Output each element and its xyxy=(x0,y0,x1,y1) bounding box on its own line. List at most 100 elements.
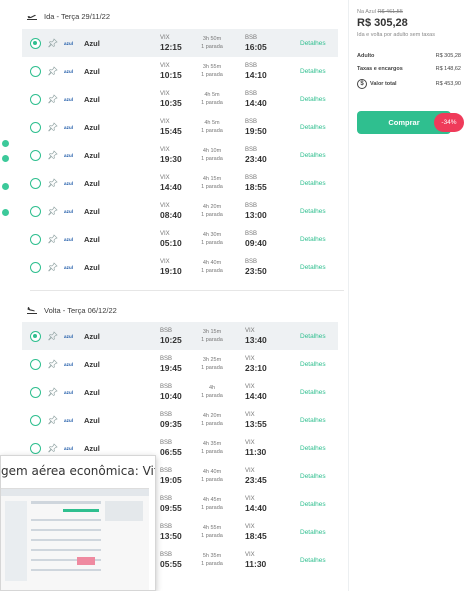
pin-icon[interactable] xyxy=(48,359,58,369)
departure: VIX 14:40 xyxy=(160,174,182,192)
pin-icon[interactable] xyxy=(48,150,58,160)
window-thumbnail[interactable] xyxy=(1,488,149,590)
duration-value: 3h 25m xyxy=(202,357,222,363)
details-link[interactable]: Detalhes xyxy=(300,236,326,243)
details-link[interactable]: Detalhes xyxy=(300,417,326,424)
pin-icon[interactable] xyxy=(48,331,58,341)
departure-time: 12:15 xyxy=(160,42,182,52)
duration-value: 4h 40m xyxy=(202,260,222,266)
details-link[interactable]: Detalhes xyxy=(300,361,326,368)
flight-row[interactable]: azul Azul BSB 19:45 3h 25m 1 parada VIX … xyxy=(22,350,338,378)
flight-row[interactable]: azul Azul VIX 12:15 3h 50m 1 parada BSB … xyxy=(22,29,338,57)
details-link[interactable]: Detalhes xyxy=(300,180,326,187)
stops: 1 parada xyxy=(201,477,223,483)
flight-row[interactable]: azul Azul VIX 19:10 4h 40m 1 parada BSB … xyxy=(22,253,338,281)
flight-radio[interactable] xyxy=(30,93,41,105)
arrival-code: VIX xyxy=(245,328,255,334)
pin-icon[interactable] xyxy=(48,38,58,48)
arrival: VIX 18:45 xyxy=(245,523,267,541)
flight-radio[interactable] xyxy=(30,233,41,245)
flight-radio[interactable] xyxy=(30,37,41,49)
flight-radio[interactable] xyxy=(30,414,41,426)
pin-icon[interactable] xyxy=(48,262,58,272)
thumb-block xyxy=(31,501,101,504)
details-link[interactable]: Detalhes xyxy=(300,208,326,215)
details-link[interactable]: Detalhes xyxy=(300,124,326,131)
pin-icon[interactable] xyxy=(48,178,58,188)
arrival: BSB 13:00 xyxy=(245,202,267,220)
departure: VIX 05:10 xyxy=(160,230,182,248)
window-preview-popup[interactable]: gem aérea econômica: Vit... xyxy=(0,455,156,591)
arrival-time: 09:40 xyxy=(245,238,267,248)
airline-name: Azul xyxy=(84,122,100,132)
flight-radio[interactable] xyxy=(30,330,41,342)
thumb-block xyxy=(31,529,101,531)
stops: 1 parada xyxy=(201,212,223,218)
pin-icon[interactable] xyxy=(48,415,58,425)
departure-code: BSB xyxy=(160,412,173,418)
edge-indicator-dot xyxy=(2,140,9,147)
duration-value: 4h 30m xyxy=(202,232,222,238)
flight-radio[interactable] xyxy=(30,442,41,454)
flight-radio[interactable] xyxy=(30,261,41,273)
details-link[interactable]: Detalhes xyxy=(300,473,326,480)
details-link[interactable]: Detalhes xyxy=(300,529,326,536)
departure: VIX 19:10 xyxy=(160,258,182,276)
departure-time: 09:55 xyxy=(160,503,182,513)
flight-row[interactable]: azul Azul VIX 10:35 4h 5m 1 parada BSB 1… xyxy=(22,85,338,113)
pin-icon[interactable] xyxy=(48,443,58,453)
pin-icon[interactable] xyxy=(48,122,58,132)
details-link[interactable]: Detalhes xyxy=(300,264,326,271)
flight-row[interactable]: azul Azul VIX 15:45 4h 5m 1 parada BSB 1… xyxy=(22,113,338,141)
pin-icon[interactable] xyxy=(48,94,58,104)
departure-code: BSB xyxy=(160,552,173,558)
stops: 1 parada xyxy=(201,184,223,190)
duration: 4h 20m 1 parada xyxy=(192,203,232,219)
arrival-time: 14:10 xyxy=(245,70,267,80)
flight-row[interactable]: azul Azul BSB 09:35 4h 20m 1 parada VIX … xyxy=(22,406,338,434)
stops: 1 parada xyxy=(201,72,223,78)
airline-name: Azul xyxy=(84,359,100,369)
details-link[interactable]: Detalhes xyxy=(300,389,326,396)
flight-radio[interactable] xyxy=(30,177,41,189)
stops: 1 parada xyxy=(201,365,223,371)
details-link[interactable]: Detalhes xyxy=(300,68,326,75)
arrival-time: 18:45 xyxy=(245,531,267,541)
flight-radio[interactable] xyxy=(30,386,41,398)
flight-radio[interactable] xyxy=(30,205,41,217)
flight-row[interactable]: azul Azul BSB 10:25 3h 15m 1 parada VIX … xyxy=(22,322,338,350)
arrival: VIX 14:40 xyxy=(245,495,267,513)
flight-row[interactable]: azul Azul VIX 10:15 3h 55m 1 parada BSB … xyxy=(22,57,338,85)
azul-logo: azul xyxy=(64,208,74,214)
fees-value: R$ 148,62 xyxy=(435,66,461,72)
stops: 1 parada xyxy=(201,100,223,106)
flight-radio[interactable] xyxy=(30,121,41,133)
pin-icon[interactable] xyxy=(48,234,58,244)
details-link[interactable]: Detalhes xyxy=(300,557,326,564)
pin-icon[interactable] xyxy=(48,206,58,216)
flight-row[interactable]: azul Azul VIX 05:10 4h 30m 1 parada BSB … xyxy=(22,225,338,253)
flight-radio[interactable] xyxy=(30,358,41,370)
airline-name: Azul xyxy=(84,150,100,160)
flight-row[interactable]: azul Azul BSB 10:40 4h 1 parada VIX 14:4… xyxy=(22,378,338,406)
plane-landing-icon xyxy=(27,307,37,314)
flight-row[interactable]: azul Azul VIX 19:30 4h 10m 1 parada BSB … xyxy=(22,141,338,169)
details-link[interactable]: Detalhes xyxy=(300,152,326,159)
arrival: BSB 09:40 xyxy=(245,230,267,248)
thumb-block xyxy=(77,557,95,565)
original-price-value: R$ 461,55 xyxy=(377,9,403,15)
details-link[interactable]: Detalhes xyxy=(300,96,326,103)
details-link[interactable]: Detalhes xyxy=(300,445,326,452)
flight-row[interactable]: azul Azul VIX 14:40 4h 15m 1 parada BSB … xyxy=(22,169,338,197)
flight-radio[interactable] xyxy=(30,65,41,77)
flight-row[interactable]: azul Azul VIX 08:40 4h 20m 1 parada BSB … xyxy=(22,197,338,225)
duration-value: 4h 55m xyxy=(202,525,222,531)
pin-icon[interactable] xyxy=(48,387,58,397)
flight-radio[interactable] xyxy=(30,149,41,161)
thumb-block xyxy=(31,549,101,551)
details-link[interactable]: Detalhes xyxy=(300,40,326,47)
duration-value: 3h 15m xyxy=(202,329,222,335)
pin-icon[interactable] xyxy=(48,66,58,76)
details-link[interactable]: Detalhes xyxy=(300,333,326,340)
details-link[interactable]: Detalhes xyxy=(300,501,326,508)
